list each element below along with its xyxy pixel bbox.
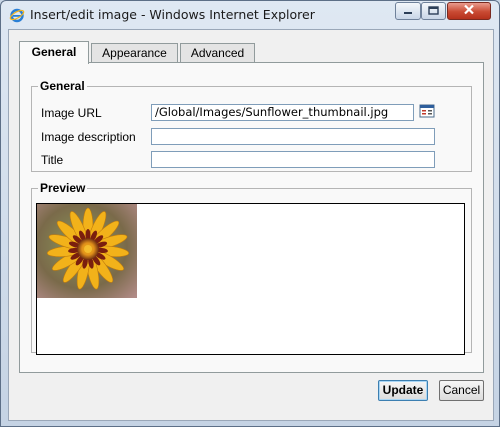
dialog-client-area: General Appearance Advanced General Imag… [8, 29, 494, 421]
sunflower-thumbnail [37, 204, 137, 298]
tab-advanced[interactable]: Advanced [180, 43, 255, 63]
tab-appearance[interactable]: Appearance [91, 43, 178, 63]
image-description-input[interactable] [151, 128, 435, 145]
tab-general[interactable]: General [19, 41, 89, 64]
browse-image-icon[interactable] [419, 103, 435, 119]
general-fieldset: General Image URL /Global/Images/Sunflow… [31, 79, 472, 172]
dialog-window: Insert/edit image - Windows Internet Exp… [0, 0, 500, 427]
title-input[interactable] [151, 151, 435, 168]
image-url-label: Image URL [41, 106, 102, 120]
preview-area [36, 203, 465, 355]
general-legend: General [40, 79, 85, 93]
close-button[interactable] [447, 2, 491, 20]
cancel-button[interactable]: Cancel [439, 380, 484, 401]
window-title: Insert/edit image - Windows Internet Exp… [30, 7, 315, 22]
maximize-icon [428, 4, 439, 18]
internet-explorer-icon [9, 7, 25, 23]
update-button[interactable]: Update [378, 380, 428, 401]
close-icon [463, 4, 475, 18]
maximize-button[interactable] [421, 2, 446, 20]
image-description-label: Image description [41, 130, 136, 144]
tab-panel-general: General Image URL /Global/Images/Sunflow… [19, 62, 484, 373]
preview-fieldset: Preview [31, 181, 472, 355]
minimize-button[interactable] [395, 2, 421, 20]
image-url-input[interactable]: /Global/Images/Sunflower_thumbnail.jpg [151, 104, 414, 121]
title-label: Title [41, 153, 64, 167]
preview-legend: Preview [40, 181, 86, 195]
title-bar[interactable]: Insert/edit image - Windows Internet Exp… [1, 1, 499, 29]
minimize-icon [403, 4, 413, 18]
